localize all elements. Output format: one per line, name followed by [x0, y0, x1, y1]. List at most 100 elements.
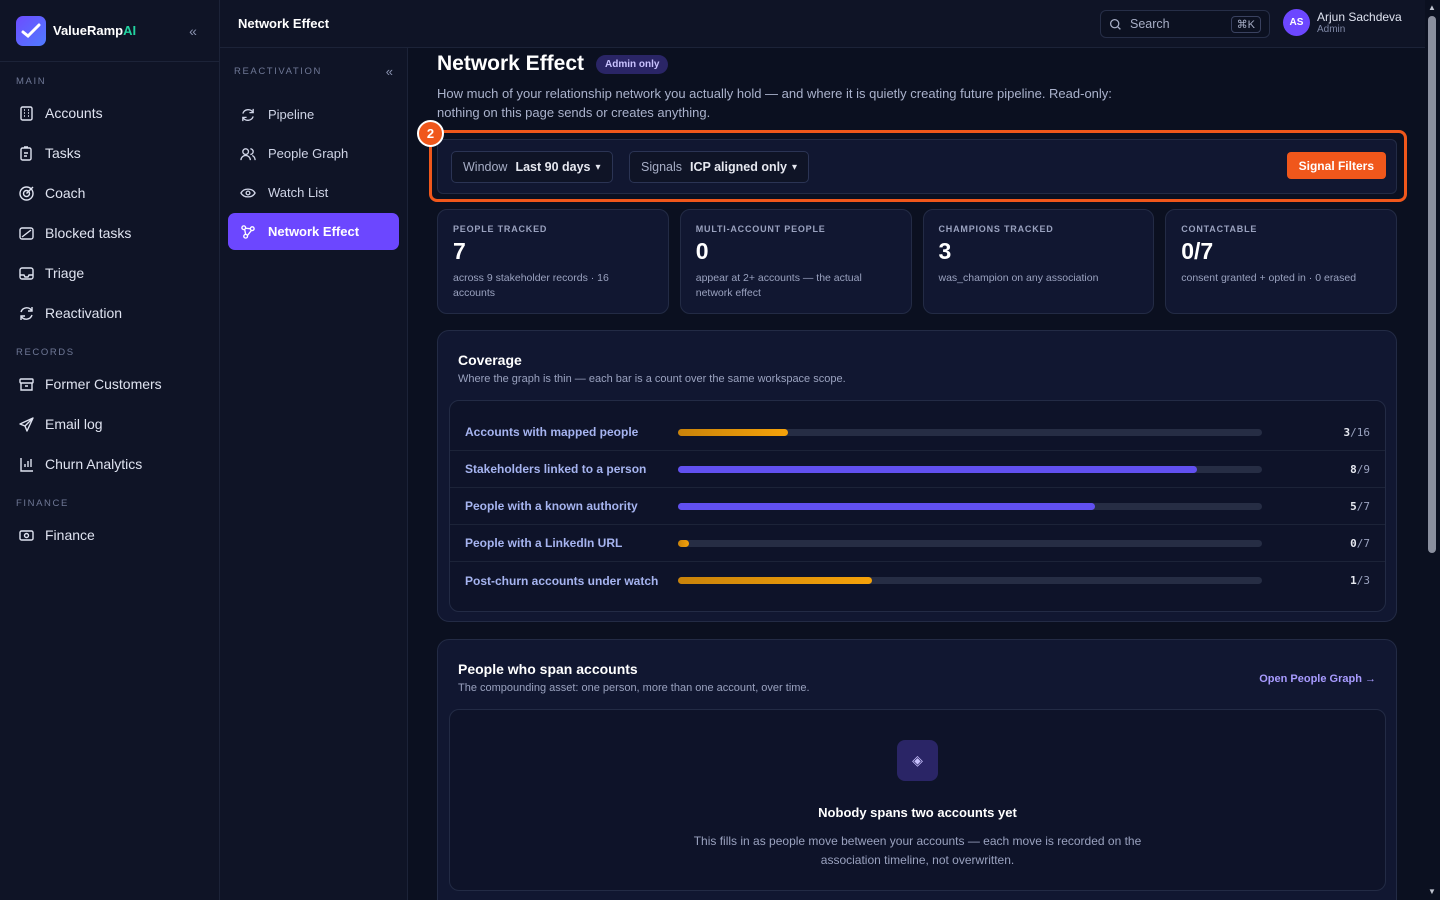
avatar[interactable]: AS	[1283, 9, 1310, 36]
coverage-denominator: /9	[1356, 462, 1370, 476]
subnav-label: REACTIVATION	[234, 65, 322, 77]
search-input[interactable]: Search ⌘K	[1100, 10, 1270, 38]
coverage-value: 8/9	[1350, 463, 1370, 476]
archive-icon	[19, 377, 34, 391]
sidebar-item-email-log[interactable]: Email log	[0, 404, 219, 444]
admin-badge: Admin only	[596, 54, 669, 74]
coverage-denominator: /7	[1356, 499, 1370, 513]
collapse-subnav-button[interactable]: «	[386, 64, 393, 79]
coverage-label: People with a known authority	[465, 499, 638, 513]
user-name: Arjun Sachdeva	[1317, 10, 1402, 24]
step-number: 2	[417, 120, 444, 147]
coverage-value: 3/16	[1344, 426, 1371, 439]
coverage-label: Post-churn accounts under watch	[465, 573, 659, 588]
search-icon	[1109, 18, 1121, 30]
sidebar-item-coach[interactable]: Coach	[0, 173, 219, 213]
sidebar-item-accounts[interactable]: Accounts	[0, 93, 219, 133]
coverage-bar-track	[678, 539, 1262, 547]
user-menu[interactable]: AS Arjun Sachdeva Admin	[1283, 9, 1402, 36]
coverage-bar-fill	[678, 465, 1198, 473]
scroll-up-arrow[interactable]: ▲	[1428, 3, 1436, 12]
coverage-bar-fill	[678, 428, 788, 436]
scrollbar-thumb[interactable]	[1428, 16, 1436, 553]
user-role: Admin	[1317, 24, 1346, 35]
coverage-row: Post-churn accounts under watch 1/3	[450, 562, 1385, 599]
coverage-numerator: 0	[1350, 536, 1357, 550]
target-icon	[19, 185, 34, 201]
stat-value: 3	[938, 238, 952, 264]
clipboard-icon	[20, 145, 32, 161]
stat-value: 7	[453, 238, 466, 264]
brand-logo[interactable]	[16, 15, 46, 46]
stat-value: 0/7	[1181, 238, 1214, 264]
sidebar-item-tasks[interactable]: Tasks	[0, 133, 219, 173]
subnav-item-watch-list[interactable]: Watch List	[228, 174, 399, 211]
coverage-bar-track	[678, 502, 1262, 510]
stat-subtext: appear at 2+ accounts — the actual netwo…	[695, 272, 862, 299]
coverage-row: People with a known authority 5/7	[450, 488, 1385, 525]
stat-label: CONTACTABLE	[1181, 224, 1258, 234]
coverage-numerator: 8	[1350, 462, 1357, 476]
section-label: MAIN	[16, 76, 47, 87]
sidebar-item-label: Blocked tasks	[45, 225, 132, 241]
sidebar-item-blocked-tasks[interactable]: Blocked tasks	[0, 213, 219, 253]
span-title: People who span accounts	[458, 661, 638, 677]
sidebar-item-finance[interactable]: Finance	[0, 515, 219, 555]
refresh-icon	[20, 306, 33, 320]
brand-name-text: ValueRamp	[53, 23, 124, 38]
stat-label: PEOPLE TRACKED	[453, 224, 548, 234]
section-label: FINANCE	[16, 498, 69, 509]
page-title-text: Network Effect	[437, 52, 585, 75]
sidebar-item-label: Reactivation	[45, 305, 123, 321]
collapse-sidebar-button[interactable]: «	[183, 23, 203, 39]
scroll-down-arrow[interactable]: ▼	[1428, 887, 1436, 896]
sidebar-item-label: Churn Analytics	[45, 456, 143, 472]
coverage-bar-track	[678, 428, 1262, 436]
scrollbar[interactable]: ▲ ▼	[1425, 0, 1440, 900]
logo-check-icon	[21, 23, 41, 38]
users-icon	[240, 147, 256, 160]
network-icon	[241, 224, 255, 239]
coverage-card: Coverage Where the graph is thin — each …	[437, 330, 1397, 622]
refresh-icon	[242, 108, 254, 121]
subnav-item-network-effect[interactable]: Network Effect	[228, 213, 399, 250]
stat-label: CHAMPIONS TRACKED	[938, 224, 1054, 234]
subnav-item-pipeline[interactable]: Pipeline	[228, 96, 399, 133]
sidebar-item-label: Finance	[45, 527, 95, 543]
empty-title: Nobody spans two accounts yet	[818, 805, 1017, 820]
stat-card: PEOPLE TRACKED 7 across 9 stakeholder reco…	[437, 209, 669, 314]
stat-card: MULTI-ACCOUNT PEOPLE 0 appear at 2+ accoun…	[679, 209, 912, 314]
coverage-row: People with a LinkedIn URL 0/7	[450, 525, 1385, 562]
coverage-label: Accounts with mapped people	[465, 425, 639, 439]
coverage-row: Accounts with mapped people 3/16	[450, 414, 1385, 451]
stats-row: PEOPLE TRACKED 7 across 9 stakeholder reco…	[437, 209, 1397, 314]
coverage-bar-fill	[678, 539, 689, 547]
subnav-item-people-graph[interactable]: People Graph	[228, 135, 399, 172]
coverage-bar-track	[678, 577, 1262, 584]
subnav-item-label: Network Effect	[268, 224, 360, 239]
coverage-subtitle: Where the graph is thin — each bar is a …	[458, 373, 846, 385]
sidebar-item-label: Former Customers	[45, 376, 162, 392]
brand-suffix: AI	[123, 23, 137, 38]
coverage-row: Stakeholders linked to a person 8/9	[450, 451, 1385, 488]
sidebar-item-former-customers[interactable]: Former Customers	[0, 364, 219, 404]
sidebar: ValueRampAI « MAIN Accounts Tasks Coach Bloc…	[0, 0, 220, 900]
open-people-graph-link[interactable]: Open People Graph →	[1259, 673, 1376, 685]
step-highlight	[429, 130, 1407, 202]
brand: ValueRampAI «	[0, 0, 219, 62]
coverage-denominator: /16	[1350, 425, 1370, 439]
sidebar-item-churn-analytics[interactable]: Churn Analytics	[0, 444, 219, 484]
coverage-label: People with a LinkedIn URL	[465, 536, 623, 550]
eye-icon	[240, 187, 256, 198]
building-icon	[20, 105, 33, 121]
topbar-title: Network Effect	[238, 16, 330, 31]
coverage-value: 1/3	[1350, 574, 1370, 587]
stat-subtext: consent granted + opted in · 0 erased	[1181, 272, 1357, 284]
coverage-label: Stakeholders linked to a person	[465, 462, 647, 476]
cash-icon	[19, 529, 34, 541]
sidebar-item-reactivation[interactable]: Reactivation	[0, 293, 219, 333]
page-description: How much of your relationship network yo…	[437, 86, 1112, 120]
sidebar-item-label: Triage	[45, 265, 85, 281]
coverage-value: 0/7	[1350, 537, 1370, 550]
sidebar-item-triage[interactable]: Triage	[0, 253, 219, 293]
